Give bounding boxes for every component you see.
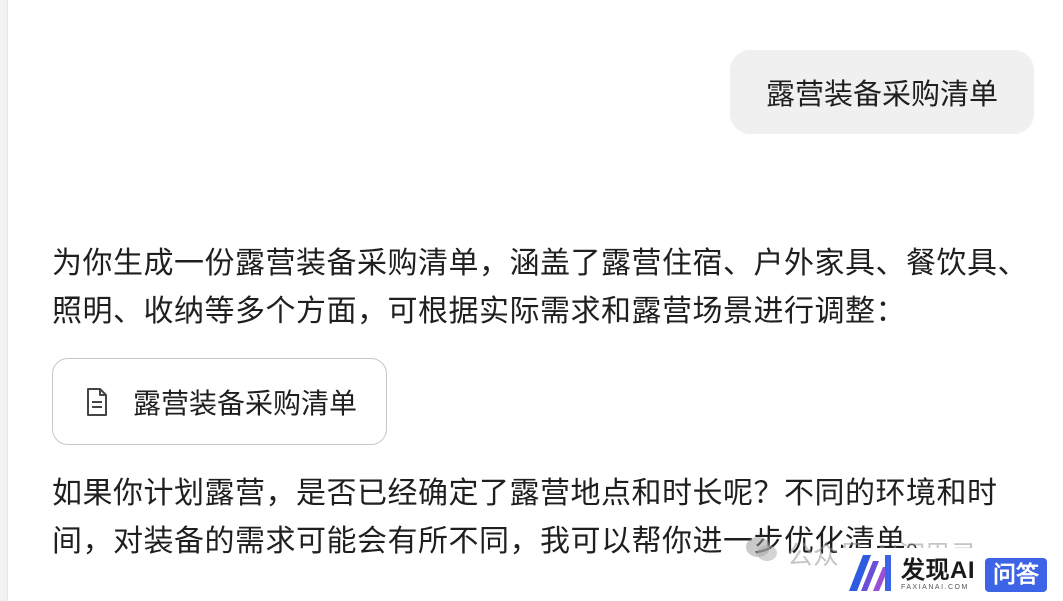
assistant-intro-text: 为你生成一份露营装备采购清单，涵盖了露营住宿、户外家具、餐饮具、照明、收纳等多个…	[52, 246, 1028, 329]
document-title: 露营装备采购清单	[133, 386, 358, 420]
logo-badge: 问答	[985, 557, 1047, 592]
faxian-ai-logo-mark	[847, 553, 901, 597]
faxian-ai-logo: 发现AI FAXIANAI.COM 问答	[837, 548, 1063, 601]
left-panel-edge	[0, 0, 8, 601]
logo-domain: FAXIANAI.COM	[901, 583, 969, 591]
user-message-text: 露营装备采购清单	[765, 77, 998, 111]
user-message-bubble: 露营装备采购清单	[730, 50, 1034, 134]
document-card[interactable]: 露营装备采购清单	[52, 358, 387, 445]
logo-name: 发现AI	[901, 556, 975, 584]
document-icon	[83, 386, 111, 418]
